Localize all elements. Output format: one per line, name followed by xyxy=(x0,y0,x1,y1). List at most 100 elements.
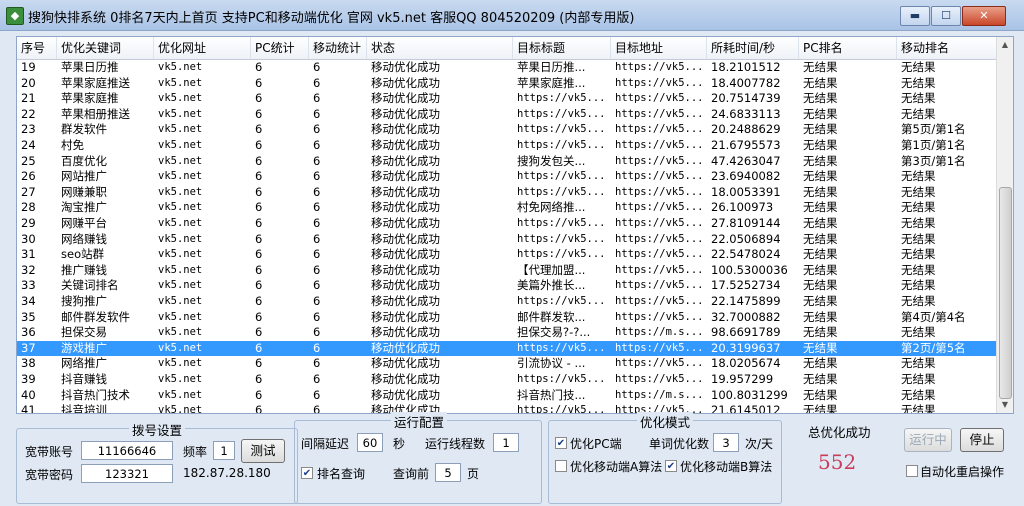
account-input[interactable]: 11166646 xyxy=(81,441,173,460)
opt-mode-title: 优化模式 xyxy=(637,412,694,431)
table-row[interactable]: 37 游戏推广 vk5.net 6 6 移动优化成功 https://vk5... https… xyxy=(17,340,997,357)
column-header[interactable]: 状态 xyxy=(367,37,513,59)
run-config-group: 运行配置 间隔延迟 60 秒 运行线程数 1 ✔ 排名查询 查询前 5 页 xyxy=(294,412,542,504)
pc-opt-checkbox[interactable]: ✔ xyxy=(555,437,567,449)
table-cell: https://m.s... xyxy=(615,388,704,401)
table-cell: 抖音热门技... xyxy=(517,387,586,402)
table-cell: https://vk5... xyxy=(615,107,704,120)
table-cell: 6 xyxy=(255,278,263,293)
scroll-up-icon[interactable]: ▲ xyxy=(997,37,1013,53)
table-cell: vk5.net xyxy=(158,357,203,370)
table-row[interactable]: 36 担保交易 vk5.net 6 6 移动优化成功 担保交易?-?... https://m… xyxy=(17,325,997,341)
per-word-label: 单词优化数 xyxy=(649,437,710,451)
table-cell: 6 xyxy=(313,138,321,152)
table-cell: 无结果 xyxy=(901,387,936,402)
column-header[interactable]: PC统计 xyxy=(251,37,309,59)
table-cell: vk5.net xyxy=(158,123,203,136)
table-cell: 24.6833113 xyxy=(711,106,781,121)
table-row[interactable]: 32 推广赚钱 vk5.net 6 6 移动优化成功 【代理加盟... https://vk5… xyxy=(17,263,997,279)
test-button[interactable]: 测试 xyxy=(241,439,285,463)
table-cell: https://vk5... xyxy=(615,139,704,151)
table-row[interactable]: 31 seo站群 vk5.net 6 6 移动优化成功 https://vk5... http… xyxy=(17,247,997,263)
table-row[interactable]: 19 苹果日历推 vk5.net 6 6 移动优化成功 苹果日历推... https://vk… xyxy=(17,60,997,76)
table-row[interactable]: 34 搜狗推广 vk5.net 6 6 移动优化成功 https://vk5... https… xyxy=(17,294,997,310)
threads-input[interactable]: 1 xyxy=(493,433,519,452)
column-header[interactable]: 目标标题 xyxy=(513,37,611,59)
stop-button[interactable]: 停止 xyxy=(960,428,1004,452)
table-row[interactable]: 23 群发软件 vk5.net 6 6 移动优化成功 https://vk5... https… xyxy=(17,122,997,138)
rank-query-checkbox[interactable]: ✔ xyxy=(301,467,313,479)
column-header[interactable]: 序号 xyxy=(17,37,57,59)
window-title: 搜狗快排系统 0排名7天内上首页 支持PC和移动端优化 官网 vk5.net 客… xyxy=(28,11,635,26)
scroll-thumb[interactable] xyxy=(999,187,1012,399)
table-row[interactable]: 26 网站推广 vk5.net 6 6 移动优化成功 https://vk5... https… xyxy=(17,169,997,185)
table-cell: 6 xyxy=(255,387,263,402)
table-cell: 无结果 xyxy=(803,309,838,324)
table-row[interactable]: 21 苹果家庭推 vk5.net 6 6 移动优化成功 https://vk5... http… xyxy=(17,91,997,107)
table-cell: 移动优化成功 xyxy=(371,138,440,152)
table-cell: https://vk5... xyxy=(517,373,606,385)
table-row[interactable]: 29 网赚平台 vk5.net 6 6 移动优化成功 https://vk5... https… xyxy=(17,216,997,232)
table-cell: vk5.net xyxy=(158,279,203,292)
table-cell: https://vk5... xyxy=(615,248,704,261)
table-cell: 6 xyxy=(313,216,321,230)
table-cell: https://vk5... xyxy=(517,248,606,261)
table-cell: 百度优化 xyxy=(61,153,107,168)
table-row[interactable]: 25 百度优化 vk5.net 6 6 移动优化成功 搜狗发包关... https://vk5… xyxy=(17,154,997,170)
scroll-down-icon[interactable]: ▼ xyxy=(997,397,1013,413)
running-button[interactable]: 运行中 xyxy=(904,428,952,452)
table-cell: vk5.net xyxy=(158,295,203,307)
mobile-a-label: 优化移动端A算法 xyxy=(570,460,663,474)
table-row[interactable]: 35 邮件群发软件 vk5.net 6 6 移动优化成功 邮件群发软... https://v… xyxy=(17,310,997,326)
column-header[interactable]: 优化网址 xyxy=(154,37,251,59)
table-row[interactable]: 33 关键词排名 vk5.net 6 6 移动优化成功 美篇外推长... https://vk… xyxy=(17,278,997,294)
table-row[interactable]: 24 村免 vk5.net 6 6 移动优化成功 https://vk5... https:/… xyxy=(17,138,997,154)
table-row[interactable]: 30 网络赚钱 vk5.net 6 6 移动优化成功 https://vk5... https… xyxy=(17,232,997,248)
table-cell: 无结果 xyxy=(803,216,838,230)
column-header[interactable]: PC排名 xyxy=(799,37,897,59)
table-cell: 6 xyxy=(313,75,321,90)
password-input[interactable]: 123321 xyxy=(81,464,173,483)
table-cell: 淘宝推广 xyxy=(61,200,107,215)
table-cell: 6 xyxy=(255,75,263,90)
table-cell: 27.8109144 xyxy=(711,216,781,230)
query-before-input[interactable]: 5 xyxy=(435,463,461,482)
table-cell: vk5.net xyxy=(158,170,203,183)
table-row[interactable]: 27 网赚兼职 vk5.net 6 6 移动优化成功 https://vk5... https… xyxy=(17,185,997,201)
table-cell: 移动优化成功 xyxy=(371,60,440,74)
interval-input[interactable]: 60 xyxy=(357,433,383,452)
table-cell: 移动优化成功 xyxy=(371,262,440,277)
column-header[interactable]: 移动统计 xyxy=(309,37,367,59)
table-cell: 6 xyxy=(313,60,321,74)
minimize-icon[interactable]: ▬ xyxy=(900,6,930,26)
table-cell: https://vk5... xyxy=(615,61,704,73)
table-cell: 移动优化成功 xyxy=(371,309,440,324)
table-cell: 第2页/第5名 xyxy=(901,340,966,355)
table-row[interactable]: 20 苹果家庭推送 vk5.net 6 6 移动优化成功 苹果家庭推... https://v… xyxy=(17,76,997,92)
table-row[interactable]: 41 抖音培训 vk5.net 6 6 移动优化成功 https://vk5... https… xyxy=(17,403,997,413)
maximize-icon[interactable]: ☐ xyxy=(931,6,961,26)
mobile-b-checkbox[interactable]: ✔ xyxy=(665,460,677,472)
mobile-a-checkbox[interactable] xyxy=(555,460,567,472)
table-row[interactable]: 38 网络推广 vk5.net 6 6 移动优化成功 引流协议 - ... https://v… xyxy=(17,356,997,372)
close-icon[interactable]: ✕ xyxy=(962,6,1006,26)
table-cell: 移动优化成功 xyxy=(371,247,440,262)
table-row[interactable]: 22 苹果相册推送 vk5.net 6 6 移动优化成功 https://vk5... htt… xyxy=(17,107,997,123)
vertical-scrollbar[interactable]: ▲ ▼ xyxy=(996,37,1013,413)
opt-mode-group: 优化模式 ✔ 优化PC端 单词优化数 3 次/天 优化移动端A算法 ✔ 优化移动… xyxy=(548,412,782,504)
table-row[interactable]: 28 淘宝推广 vk5.net 6 6 移动优化成功 村免网络推... https://vk5… xyxy=(17,200,997,216)
auto-restart-checkbox[interactable] xyxy=(906,465,918,477)
column-header[interactable]: 优化关键词 xyxy=(57,37,154,59)
table-cell: 35 xyxy=(21,309,36,324)
table-row[interactable]: 40 抖音热门技术 vk5.net 6 6 移动优化成功 抖音热门技... https://m… xyxy=(17,388,997,404)
column-header[interactable]: 目标地址 xyxy=(611,37,707,59)
column-header[interactable]: 移动排名 xyxy=(897,37,997,59)
table-cell: 23 xyxy=(21,122,36,137)
per-word-input[interactable]: 3 xyxy=(713,433,739,452)
frequency-label: 频率 xyxy=(183,445,208,459)
table-cell: 6 xyxy=(313,153,321,168)
frequency-input[interactable]: 1 xyxy=(213,441,235,460)
table-cell: 网赚平台 xyxy=(61,216,107,230)
table-row[interactable]: 39 抖音赚钱 vk5.net 6 6 移动优化成功 https://vk5... https… xyxy=(17,372,997,388)
column-header[interactable]: 所耗时间/秒 xyxy=(707,37,799,59)
